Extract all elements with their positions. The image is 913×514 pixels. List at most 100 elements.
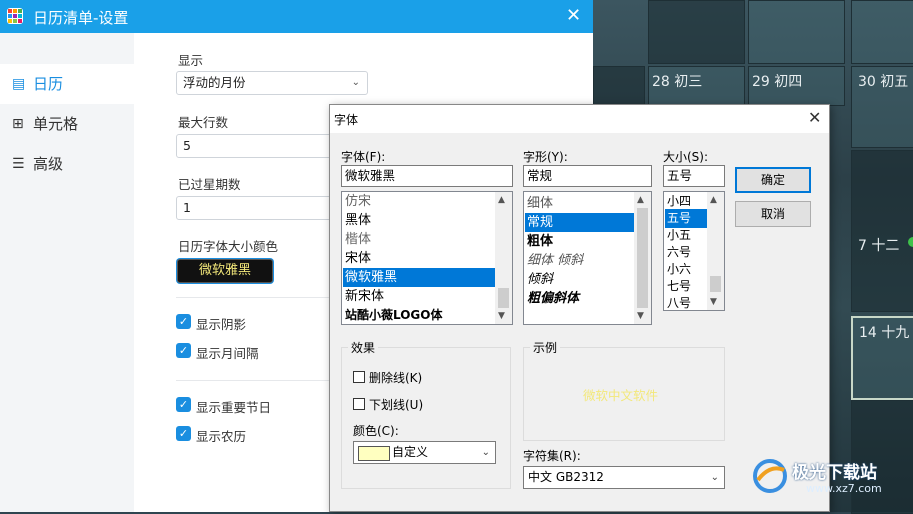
color-select[interactable]: 自定义 ⌄ — [353, 441, 496, 464]
max-rows-label: 最大行数 — [178, 115, 229, 130]
charset-label: 字符集(R): — [523, 449, 581, 463]
color-swatch — [358, 446, 390, 461]
sample-label: 示例 — [530, 339, 561, 356]
holidays-label: 显示重要节日 — [196, 400, 272, 415]
list-item[interactable]: 细体 倾斜 — [525, 251, 634, 270]
calendar-cell: 7 十二 — [851, 150, 913, 312]
color-label: 颜色(C): — [353, 424, 399, 438]
watermark-text: 极光下载站 — [792, 463, 877, 483]
underline-checkbox[interactable] — [353, 398, 365, 410]
charset-select-value: 中文 GB2312 — [528, 470, 604, 484]
scroll-down-icon[interactable]: ▼ — [637, 311, 644, 321]
close-icon[interactable]: ✕ — [566, 5, 581, 26]
list-item[interactable]: 八号 — [665, 294, 707, 310]
calendar-cell: 29 初四 — [748, 66, 845, 106]
scrollbar-thumb[interactable] — [710, 276, 721, 292]
close-icon[interactable]: ✕ — [808, 108, 821, 127]
sidebar-item-cells[interactable]: ⊞ 单元格 — [0, 104, 134, 144]
underline-label: 下划线(U) — [369, 398, 424, 412]
font-list[interactable]: 仿宋 黑体 楷体 宋体 微软雅黑 新宋体 站酷小薇LOGO体 ▲ ▼ — [341, 191, 513, 325]
scroll-down-icon[interactable]: ▼ — [498, 311, 505, 321]
font-color-label: 日历字体大小颜色 — [178, 239, 279, 254]
calendar-day-label: 14 十九 — [859, 325, 910, 341]
strikeout-label: 删除线(K) — [369, 371, 423, 385]
calendar-day-label: 28 初三 — [652, 74, 703, 90]
style-list-scrollbar[interactable]: ▲ ▼ — [634, 192, 651, 324]
sliders-icon: ☰ — [12, 156, 25, 172]
scroll-down-icon[interactable]: ▼ — [710, 297, 717, 307]
list-item[interactable]: 倾斜 — [525, 270, 634, 289]
calendar-cell: 14 十九 — [851, 316, 913, 400]
list-item[interactable]: 仿宋 — [343, 192, 495, 211]
scroll-up-icon[interactable]: ▲ — [710, 195, 717, 205]
scroll-up-icon[interactable]: ▲ — [637, 195, 644, 205]
list-item[interactable]: 粗体 — [525, 232, 634, 251]
calendar-cell — [851, 400, 913, 514]
watermark-url: www.xz7.com — [806, 482, 882, 495]
scroll-up-icon[interactable]: ▲ — [498, 195, 505, 205]
list-item[interactable]: 宋体 — [343, 249, 495, 268]
list-item-selected[interactable]: 微软雅黑 — [343, 268, 495, 287]
style-input[interactable]: 常规 — [523, 165, 652, 187]
ok-button[interactable]: 确定 — [735, 167, 811, 193]
shadow-checkbox[interactable]: ✓ — [176, 314, 191, 329]
list-item[interactable]: 粗偏斜体 — [525, 289, 634, 308]
list-item-selected[interactable]: 常规 — [525, 213, 634, 232]
divider — [176, 297, 329, 298]
sample-text: 微软中文软件 — [583, 388, 659, 403]
size-list-scrollbar[interactable]: ▲ ▼ — [707, 192, 724, 310]
list-item[interactable]: 站酷小薇LOGO体 — [343, 306, 495, 324]
font-color-button[interactable]: 微软雅黑 — [177, 259, 273, 283]
display-select[interactable]: 浮动的月份 ⌄ — [176, 71, 368, 95]
list-item[interactable]: 楷体 — [343, 230, 495, 249]
size-input[interactable]: 五号 — [663, 165, 725, 187]
list-item[interactable]: 新宋体 — [343, 287, 495, 306]
divider — [176, 380, 329, 381]
calendar-cell — [648, 0, 745, 64]
sidebar-item-calendar[interactable]: ▤ 日历 — [0, 64, 134, 104]
calendar-day-label: 30 初五 — [858, 74, 909, 90]
max-rows-input[interactable]: 5 — [176, 134, 336, 158]
sidebar: ▤ 日历 ⊞ 单元格 ☰ 高级 — [0, 33, 134, 512]
font-input[interactable]: 微软雅黑 — [341, 165, 513, 187]
logo-icon — [753, 459, 787, 493]
effects-label: 效果 — [348, 339, 379, 356]
month-gap-label: 显示月间隔 — [196, 346, 259, 361]
list-item[interactable]: 细体 — [525, 194, 634, 213]
strikeout-checkbox[interactable] — [353, 371, 365, 383]
size-input-value: 五号 — [667, 168, 693, 183]
dialog-title-bar: 字体 ✕ — [330, 105, 829, 133]
color-select-value: 自定义 — [392, 445, 429, 459]
calendar-icon: ▤ — [12, 76, 26, 92]
lunar-checkbox[interactable]: ✓ — [176, 426, 191, 441]
calendar-cell — [748, 0, 845, 64]
font-dialog: 字体 ✕ 字体(F): 微软雅黑 仿宋 黑体 楷体 宋体 微软雅黑 新宋体 站酷… — [329, 104, 830, 512]
list-item[interactable]: 黑体 — [343, 211, 495, 230]
scrollbar-thumb[interactable] — [498, 288, 509, 308]
lunar-label: 显示农历 — [196, 429, 247, 444]
event-dot-icon — [908, 237, 913, 247]
sidebar-item-label: 高级 — [33, 155, 64, 173]
month-gap-checkbox[interactable]: ✓ — [176, 343, 191, 358]
style-list[interactable]: 细体 常规 粗体 细体 倾斜 倾斜 粗偏斜体 ▲ ▼ — [523, 191, 652, 325]
charset-select[interactable]: 中文 GB2312 ⌄ — [523, 466, 725, 489]
grid-icon: ⊞ — [12, 116, 24, 132]
window-title: 日历清单-设置 — [33, 9, 129, 27]
scrollbar-thumb[interactable] — [637, 208, 648, 308]
font-list-scrollbar[interactable]: ▲ ▼ — [495, 192, 512, 324]
calendar-cell: 30 初五 — [851, 66, 913, 148]
sidebar-item-advanced[interactable]: ☰ 高级 — [0, 144, 134, 184]
sidebar-item-label: 日历 — [33, 75, 64, 93]
style-label: 字形(Y): — [523, 150, 568, 164]
calendar-day-label: 7 十二 — [858, 238, 900, 254]
size-label: 大小(S): — [663, 150, 709, 164]
dialog-title: 字体 — [334, 113, 359, 127]
font-label: 字体(F): — [341, 150, 386, 164]
app-icon — [7, 8, 23, 24]
size-list[interactable]: 小四 五号 小五 六号 小六 七号 八号 ▲ ▼ — [663, 191, 725, 311]
past-weeks-input[interactable]: 1 — [176, 196, 336, 220]
cancel-button[interactable]: 取消 — [735, 201, 811, 227]
holidays-checkbox[interactable]: ✓ — [176, 397, 191, 412]
display-label: 显示 — [178, 53, 204, 68]
font-input-value: 微软雅黑 — [345, 168, 396, 183]
